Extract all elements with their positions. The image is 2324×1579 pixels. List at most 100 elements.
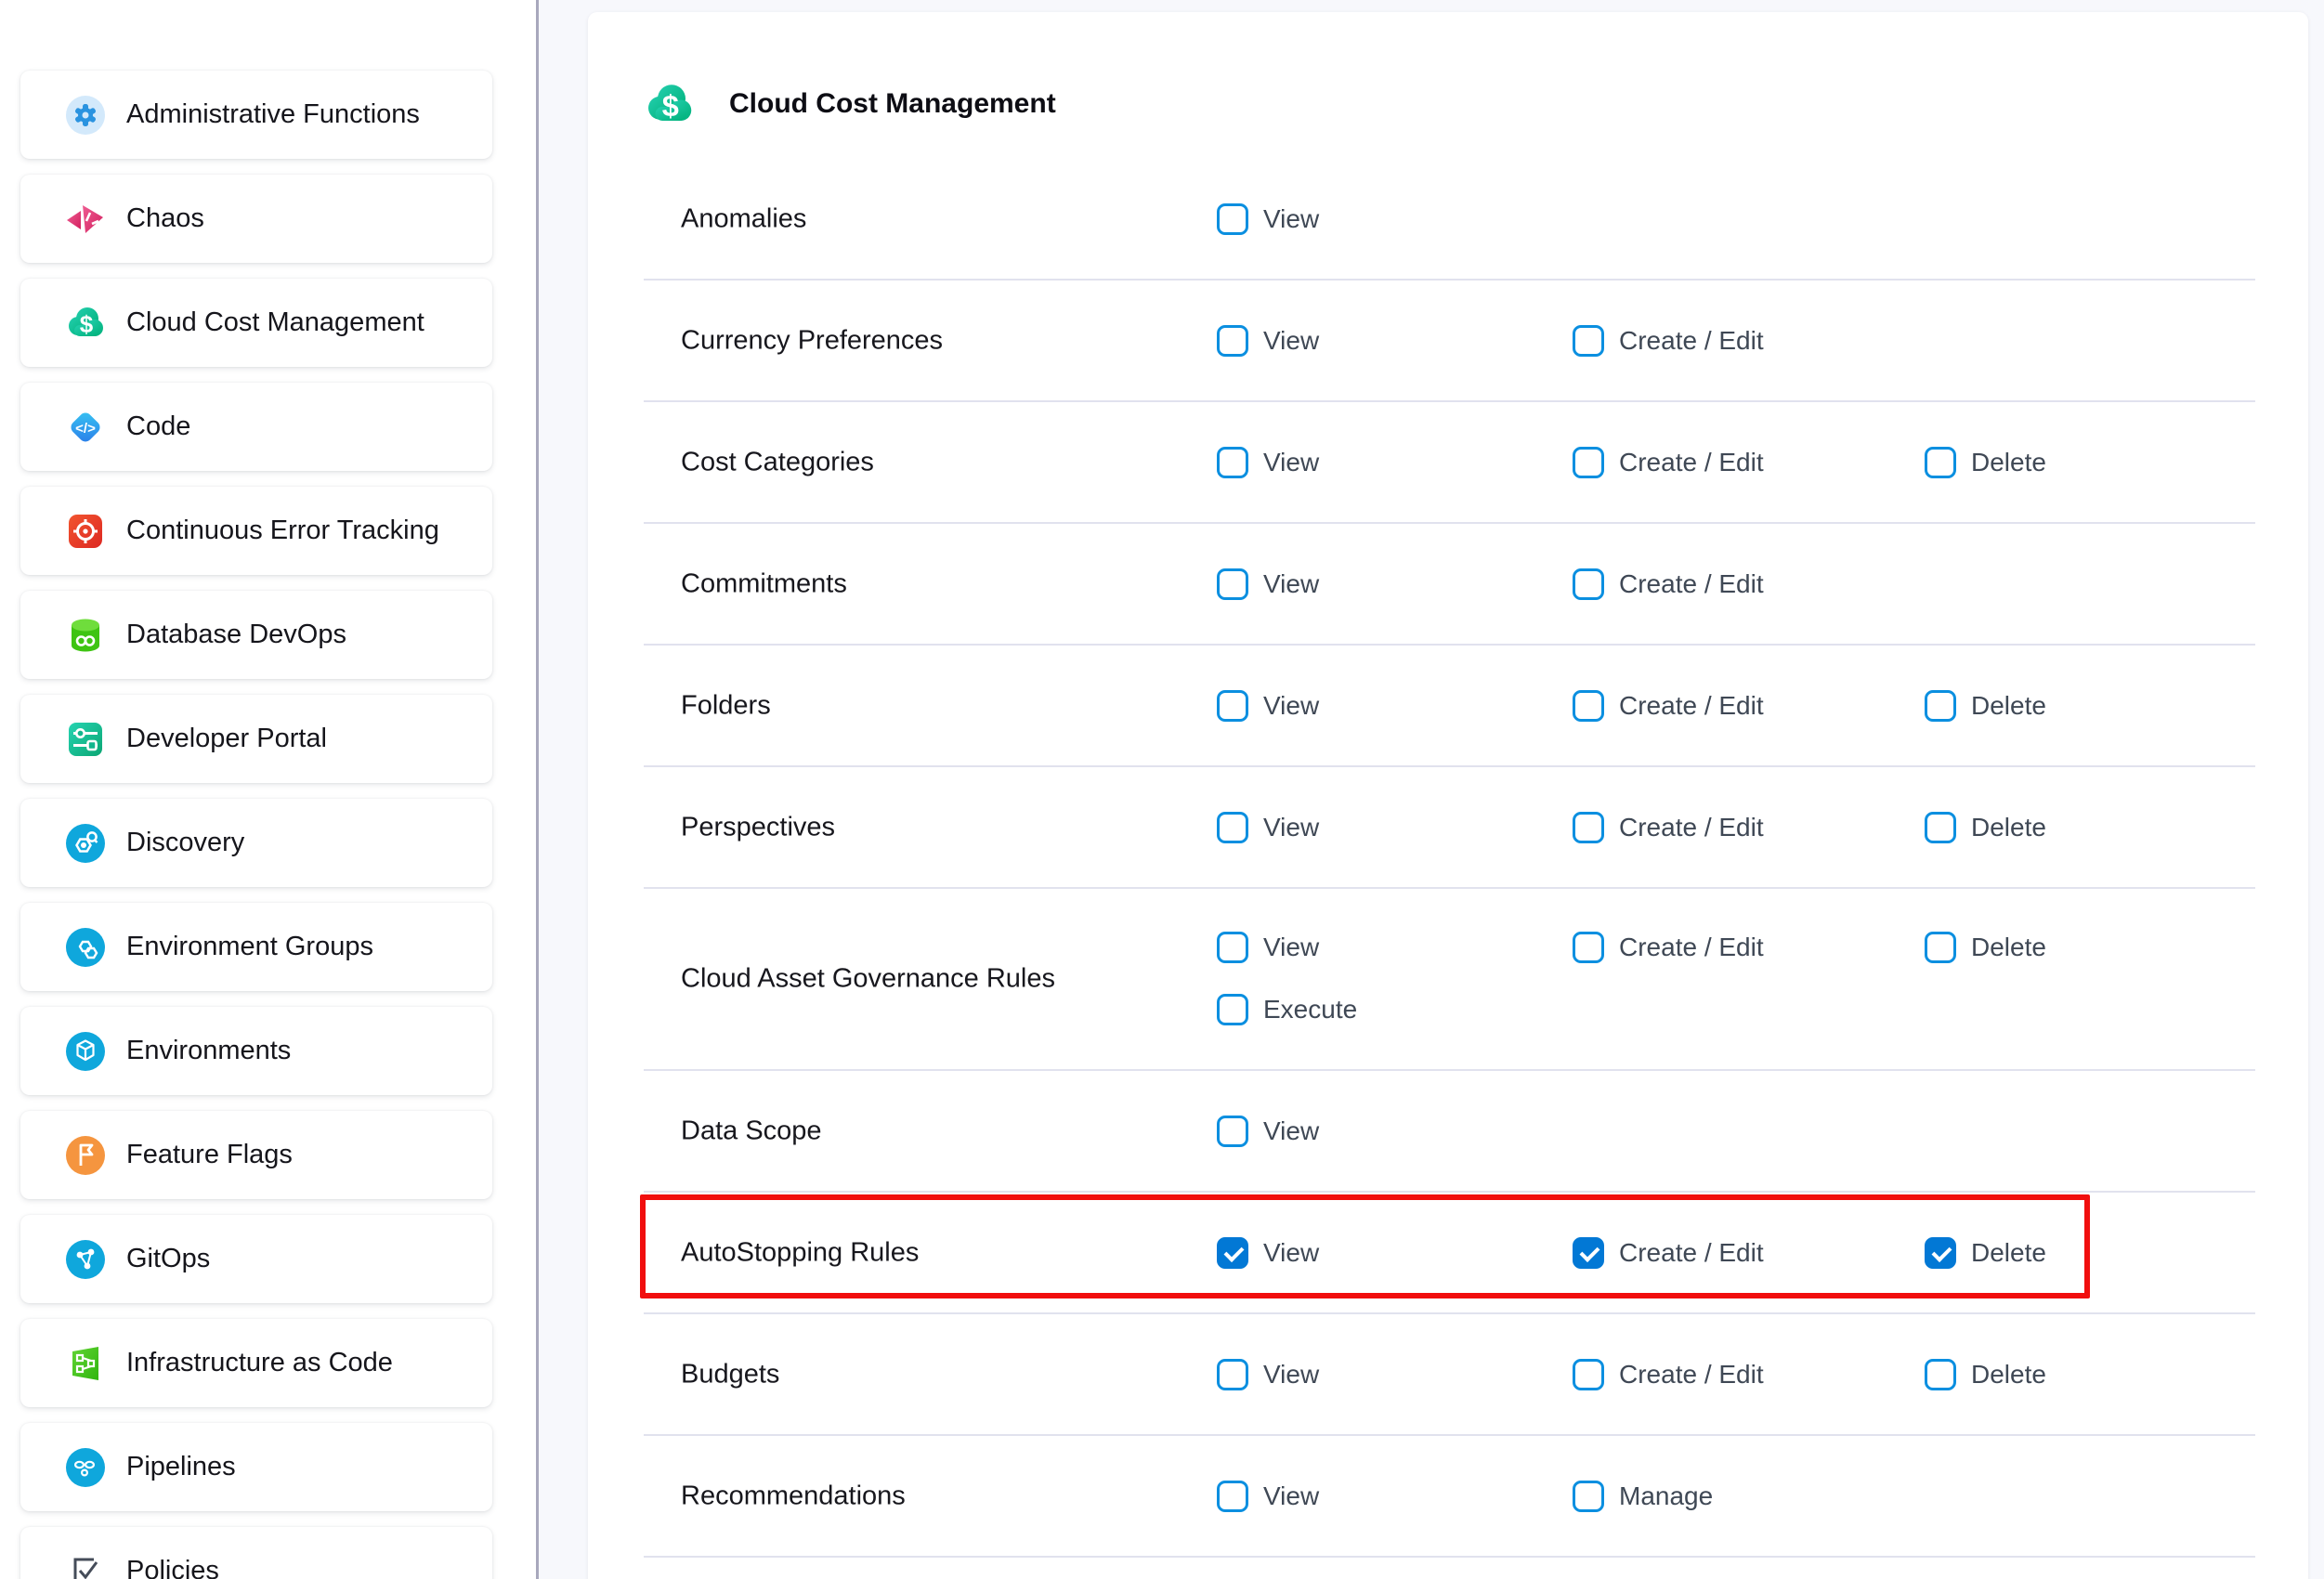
sidebar-item-label: Feature Flags — [126, 1140, 293, 1170]
budgets-create-edit-permission: Create / Edit — [1573, 1359, 1764, 1390]
database-icon — [65, 615, 106, 656]
sidebar-item-policies[interactable]: Policies — [20, 1527, 492, 1579]
permission-label: Create / Edit — [1619, 813, 1764, 842]
folders-delete-permission: Delete — [1925, 690, 2046, 722]
permission-label: View — [1263, 204, 1319, 234]
cloud-asset-governance-rules-delete-permission: Delete — [1925, 932, 2046, 963]
perspectives-delete-permission: Delete — [1925, 812, 2046, 843]
resource-label: Data Scope — [681, 1116, 822, 1146]
autostopping-rules-create-edit-checkbox[interactable] — [1573, 1237, 1604, 1269]
app-root: Administrative Functions Chaos $Cloud Cost… — [0, 0, 2324, 1579]
permission-label: Delete — [1971, 691, 2046, 721]
svg-text:</>: </> — [75, 421, 96, 437]
commitments-view-permission: View — [1217, 568, 1319, 600]
resource-label: Commitments — [681, 568, 847, 599]
sidebar-item-gitops[interactable]: GitOps — [20, 1215, 492, 1303]
cloud-asset-governance-rules-execute-permission: Execute — [1217, 994, 1357, 1025]
sidebar-item-administrative-functions[interactable]: Administrative Functions — [20, 71, 492, 159]
panel-header: $ Cloud Cost Management — [588, 12, 2308, 159]
folders-create-edit-checkbox[interactable] — [1573, 690, 1604, 722]
module-sidebar-list: Administrative Functions Chaos $Cloud Cost… — [20, 71, 492, 1579]
chaos-icon — [65, 199, 106, 240]
budgets-view-checkbox[interactable] — [1217, 1359, 1248, 1390]
sliders-icon — [65, 719, 106, 760]
autostopping-rules-delete-checkbox[interactable] — [1925, 1237, 1956, 1269]
data-scope-view-checkbox[interactable] — [1217, 1116, 1248, 1147]
permission-label: Delete — [1971, 933, 2046, 962]
recommendations-view-checkbox[interactable] — [1217, 1481, 1248, 1512]
permission-row-recommendations: Recommendations View Manage — [644, 1436, 2255, 1558]
perspectives-view-checkbox[interactable] — [1217, 812, 1248, 843]
sidebar-item-infrastructure-as-code[interactable]: Infrastructure as Code — [20, 1319, 492, 1407]
permission-label: View — [1263, 1360, 1319, 1390]
cost-categories-delete-checkbox[interactable] — [1925, 447, 1956, 478]
chain-icon — [65, 1447, 106, 1488]
cloud-asset-governance-rules-execute-checkbox[interactable] — [1217, 994, 1248, 1025]
folders-delete-checkbox[interactable] — [1925, 690, 1956, 722]
autostopping-rules-view-checkbox[interactable] — [1217, 1237, 1248, 1269]
hexagons-icon — [65, 927, 106, 968]
sidebar-item-label: Code — [126, 411, 190, 442]
currency-preferences-create-edit-permission: Create / Edit — [1573, 325, 1764, 357]
resource-label: Recommendations — [681, 1481, 906, 1511]
commitments-create-edit-checkbox[interactable] — [1573, 568, 1604, 600]
permission-row-autostopping-rules: AutoStopping RulesViewCreate / EditDelet… — [644, 1193, 2255, 1314]
cloud-asset-governance-rules-view-checkbox[interactable] — [1217, 932, 1248, 963]
permission-row-commitments: Commitments View Create / Edit — [644, 524, 2255, 646]
perspectives-view-permission: View — [1217, 812, 1319, 843]
permission-row-currency-preferences: Currency PreferencesViewCreate / Edit — [644, 281, 2255, 402]
sidebar-item-chaos[interactable]: Chaos — [20, 175, 492, 263]
sidebar-item-discovery[interactable]: Discovery — [20, 799, 492, 887]
permission-label: View — [1263, 569, 1319, 599]
cost-categories-create-edit-checkbox[interactable] — [1573, 447, 1604, 478]
permission-row-perspectives: PerspectivesViewCreate / EditDelete — [644, 767, 2255, 889]
cloud-asset-governance-rules-delete-checkbox[interactable] — [1925, 932, 1956, 963]
cost-categories-create-edit-permission: Create / Edit — [1573, 447, 1764, 478]
anomalies-view-checkbox[interactable] — [1217, 203, 1248, 235]
sidebar-item-label: GitOps — [126, 1244, 210, 1274]
resource-label: AutoStopping Rules — [681, 1237, 919, 1268]
permission-label: View — [1263, 448, 1319, 477]
sidebar-item-environment-groups[interactable]: Environment Groups — [20, 903, 492, 991]
resource-label: Cloud Asset Governance Rules — [681, 964, 1055, 995]
git-nodes-icon — [65, 1239, 106, 1280]
perspectives-create-edit-checkbox[interactable] — [1573, 812, 1604, 843]
sidebar-item-feature-flags[interactable]: Feature Flags — [20, 1111, 492, 1199]
commitments-view-checkbox[interactable] — [1217, 568, 1248, 600]
perspectives-delete-checkbox[interactable] — [1925, 812, 1956, 843]
recommendations-manage-checkbox[interactable] — [1573, 1481, 1604, 1512]
permission-row-budgets: BudgetsViewCreate / EditDelete — [644, 1314, 2255, 1436]
budgets-delete-checkbox[interactable] — [1925, 1359, 1956, 1390]
sidebar-item-cloud-cost-management[interactable]: $Cloud Cost Management — [20, 279, 492, 367]
resource-label: Currency Preferences — [681, 325, 943, 356]
sidebar-item-label: Discovery — [126, 828, 244, 858]
cost-categories-view-checkbox[interactable] — [1217, 447, 1248, 478]
commitments-create-edit-permission: Create / Edit — [1573, 568, 1764, 600]
permission-label: Create / Edit — [1619, 933, 1764, 962]
sidebar-item-developer-portal[interactable]: Developer Portal — [20, 695, 492, 783]
permission-label: Create / Edit — [1619, 569, 1764, 599]
budgets-create-edit-checkbox[interactable] — [1573, 1359, 1604, 1390]
cloud-asset-governance-rules-create-edit-checkbox[interactable] — [1573, 932, 1604, 963]
permission-row-anomalies: AnomaliesView — [644, 159, 2255, 281]
folders-create-edit-permission: Create / Edit — [1573, 690, 1764, 722]
sidebar-item-database-devops[interactable]: Database DevOps — [20, 591, 492, 679]
folders-view-checkbox[interactable] — [1217, 690, 1248, 722]
sidebar-item-continuous-error-tracking[interactable]: Continuous Error Tracking — [20, 487, 492, 575]
permission-label: Delete — [1971, 1238, 2046, 1268]
currency-preferences-view-checkbox[interactable] — [1217, 325, 1248, 357]
recommendations-view-permission: View — [1217, 1481, 1319, 1512]
sidebar-item-label: Chaos — [126, 203, 204, 234]
resource-label: Budgets — [681, 1359, 779, 1390]
permission-label: Execute — [1263, 995, 1357, 1024]
permission-label: Delete — [1971, 813, 2046, 842]
sidebar-item-environments[interactable]: Environments — [20, 1007, 492, 1095]
sidebar-item-code[interactable]: </> Code — [20, 383, 492, 471]
currency-preferences-create-edit-checkbox[interactable] — [1573, 325, 1604, 357]
sidebar-item-label: Environment Groups — [126, 932, 373, 962]
sidebar-item-pipelines[interactable]: Pipelines — [20, 1423, 492, 1511]
permission-label: Manage — [1619, 1481, 1713, 1511]
discovery-icon — [65, 823, 106, 864]
perspectives-create-edit-permission: Create / Edit — [1573, 812, 1764, 843]
permission-row-cloud-asset-governance-rules: Cloud Asset Governance RulesViewCreate /… — [644, 889, 2255, 1071]
